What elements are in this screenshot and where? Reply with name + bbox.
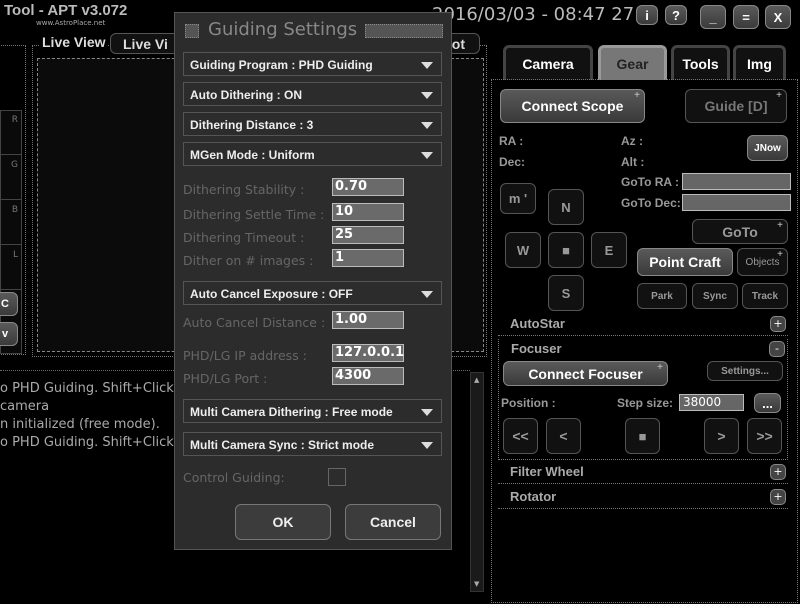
fast-forward-button[interactable]: >> <box>747 418 782 454</box>
stop-button[interactable]: ■ <box>548 232 584 268</box>
focuser-settings-button[interactable]: Settings... <box>707 361 783 381</box>
expand-autostar-button[interactable]: + <box>770 316 786 332</box>
dithering-timeout-input[interactable]: 25 <box>332 226 404 244</box>
dithering-stability-input[interactable]: 0.70 <box>332 178 404 196</box>
step-size-label: Step size: <box>617 396 674 410</box>
goto-dec-label: GoTo Dec: <box>621 196 681 210</box>
channel-b: B <box>11 205 18 215</box>
minimize-button[interactable]: _ <box>700 5 726 29</box>
tab-gear[interactable]: Gear <box>598 45 667 80</box>
expand-filter-wheel-button[interactable]: + <box>770 464 786 480</box>
tab-img[interactable]: Img <box>733 45 786 80</box>
cancel-button[interactable]: Cancel <box>345 504 441 540</box>
log-scrollbar[interactable]: ▲ ▼ <box>470 372 484 592</box>
position-label: Position : <box>501 396 556 410</box>
alt-label: Alt : <box>621 155 645 169</box>
connect-focuser-button[interactable]: Connect Focuser + <box>503 361 668 386</box>
mgen-mode-select[interactable]: MGen Mode : Uniform <box>183 142 442 166</box>
m-button[interactable]: m ' <box>500 183 536 214</box>
dithering-timeout-label: Dithering Timeout : <box>183 230 305 245</box>
ok-button[interactable]: OK <box>235 504 331 540</box>
auto-cancel-distance-label: Auto Cancel Distance : <box>183 315 326 330</box>
east-button[interactable]: E <box>591 232 627 268</box>
dithering-distance-select[interactable]: Dithering Distance : 3 <box>183 112 442 136</box>
objects-button[interactable]: Objects + <box>737 248 788 276</box>
maximize-button[interactable]: = <box>733 5 759 29</box>
track-button[interactable]: Track <box>742 283 788 309</box>
multi-sync-select[interactable]: Multi Camera Sync : Strict mode <box>183 432 442 456</box>
back-button[interactable]: < <box>546 418 581 454</box>
dithering-stability-label: Dithering Stability : <box>183 182 305 197</box>
port-label: PHD/LG Port : <box>183 371 268 386</box>
collapse-focuser-button[interactable]: - <box>769 341 785 357</box>
dither-images-label: Dither on # images : <box>183 253 314 268</box>
dithering-settle-label: Dithering Settle Time : <box>183 207 325 222</box>
multi-dither-select[interactable]: Multi Camera Dithering : Free mode <box>183 399 442 423</box>
rotator-section: Rotator + <box>498 487 788 509</box>
guiding-program-select[interactable]: Guiding Program : PHD Guiding <box>183 52 442 76</box>
guide-button[interactable]: Guide [D] + <box>685 89 787 123</box>
channel-panel: R G B L <box>0 110 22 354</box>
control-guiding-checkbox[interactable] <box>328 468 346 486</box>
help-button[interactable]: ? <box>665 5 687 25</box>
west-button[interactable]: W <box>505 232 541 268</box>
ip-input[interactable]: 127.0.0.1 <box>332 344 404 362</box>
app-subtitle: www.AstroPlace.net <box>36 19 106 27</box>
forward-button[interactable]: > <box>704 418 739 454</box>
channel-g: G <box>11 160 18 170</box>
v-button[interactable]: v <box>0 322 18 346</box>
dec-label: Dec: <box>499 155 526 169</box>
app-title: Tool - APT v3.072 <box>4 2 128 19</box>
expand-rotator-button[interactable]: + <box>770 489 786 505</box>
south-button[interactable]: S <box>548 275 584 311</box>
ra-label: RA : <box>499 134 524 148</box>
goto-dec-input[interactable] <box>682 194 791 211</box>
dithering-settle-input[interactable]: 10 <box>332 203 404 221</box>
ip-label: PHD/LG IP address : <box>183 348 307 363</box>
live-view-label: Live View <box>40 34 108 50</box>
filter-wheel-section: Filter Wheel + <box>498 462 788 484</box>
point-craft-button[interactable]: Point Craft <box>637 248 733 276</box>
tab-tools[interactable]: Tools <box>671 45 730 80</box>
more-button[interactable]: ... <box>754 393 781 413</box>
goto-ra-label: GoTo RA : <box>621 175 679 189</box>
autostar-section: AutoStar + <box>498 314 788 336</box>
channel-r: R <box>11 115 18 125</box>
step-size-input[interactable]: 38000 <box>679 394 744 411</box>
park-button[interactable]: Park <box>637 283 687 309</box>
auto-dithering-select[interactable]: Auto Dithering : ON <box>183 82 442 106</box>
sync-button[interactable]: Sync <box>692 283 738 309</box>
datetime: 2016/03/03 - 08:47 27 <box>432 4 635 25</box>
close-button[interactable]: X <box>765 5 791 29</box>
tab-camera[interactable]: Camera <box>503 45 593 80</box>
connect-scope-button[interactable]: Connect Scope + <box>500 89 645 123</box>
focuser-stop-button[interactable]: ■ <box>625 418 660 454</box>
port-input[interactable]: 4300 <box>332 367 404 385</box>
jnow-button[interactable]: JNow <box>747 135 788 161</box>
goto-button[interactable]: GoTo + <box>692 219 788 244</box>
auto-cancel-select[interactable]: Auto Cancel Exposure : OFF <box>183 281 442 305</box>
dither-images-input[interactable]: 1 <box>332 249 404 267</box>
dialog-icon <box>185 24 199 38</box>
channel-l: L <box>12 250 18 260</box>
az-label: Az : <box>621 134 643 148</box>
c-button[interactable]: C <box>0 292 18 316</box>
north-button[interactable]: N <box>548 189 584 225</box>
guiding-settings-dialog: Guiding Settings Guiding Program : PHD G… <box>174 12 452 550</box>
fast-back-button[interactable]: << <box>503 418 538 454</box>
scroll-down-icon[interactable]: ▼ <box>474 580 479 588</box>
info-button[interactable]: i <box>636 5 658 25</box>
dialog-title: Guiding Settings <box>208 19 358 40</box>
auto-cancel-distance-input[interactable]: 1.00 <box>332 311 404 329</box>
scroll-up-icon[interactable]: ▲ <box>474 376 479 384</box>
goto-ra-input[interactable] <box>682 173 791 190</box>
control-guiding-label: Control Guiding: <box>183 470 285 485</box>
